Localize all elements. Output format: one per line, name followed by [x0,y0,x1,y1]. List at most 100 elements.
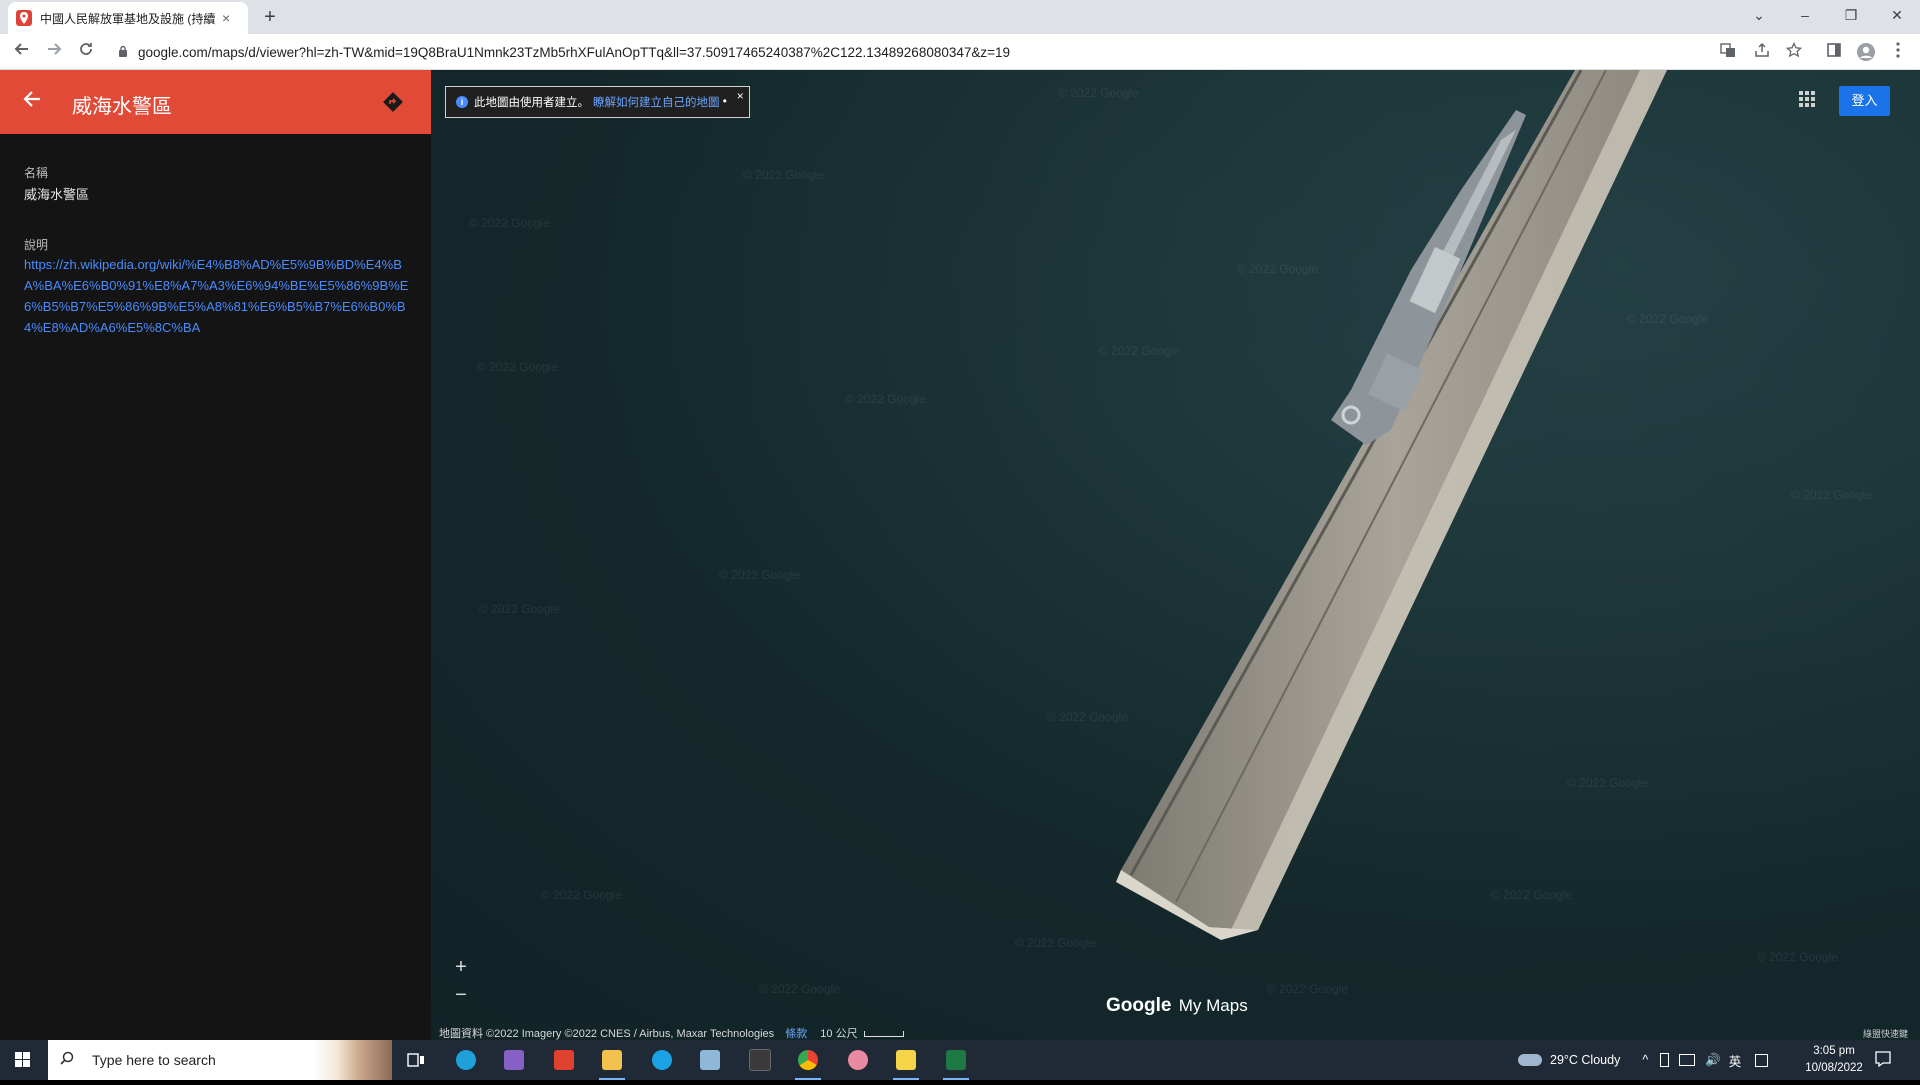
new-tab-button[interactable]: + [258,6,282,30]
excel-icon[interactable] [940,1044,972,1080]
tab-strip: 中國人民解放軍基地及設施 (持續 × + ⌄ – ❐ ✕ [0,0,1920,34]
snipping-tool-icon[interactable] [842,1044,874,1076]
clock-date: 10/08/2022 [1805,1062,1863,1074]
weather-text[interactable]: 29°C Cloudy [1550,1053,1620,1067]
back-arrow-icon [14,43,28,55]
lock-icon [118,45,132,60]
panel-title: 威海水警區 [72,96,172,118]
ime-indicator[interactable]: 英 [1729,1051,1742,1070]
clock-time: 3:05 pm [1813,1045,1855,1057]
scale-label: 10 公尺 [820,1028,858,1040]
google-logo-text: Google [1106,995,1172,1016]
taskbar-search-box[interactable]: Type here to search [48,1040,392,1080]
translate-icon[interactable] [1718,42,1738,62]
search-highlight-illustration [314,1040,392,1080]
map-watermark: © 2022 Google [1567,776,1648,790]
tray-chevron-icon[interactable]: ^ [1642,1053,1648,1067]
description-link[interactable]: https://zh.wikipedia.org/wiki/%E4%B8%AD%… [24,254,410,338]
name-label: 名稱 [24,166,49,180]
taskbar-clock[interactable]: 3:05 pm 10/08/2022 [1792,1043,1876,1077]
attribution-text: 地圖資料 ©2022 Imagery ©2022 CNES / Airbus, … [439,1028,775,1040]
cloud-icon [1518,1054,1542,1066]
map-watermark: © 2022 Google [1627,312,1708,326]
reload-icon [80,43,92,55]
panel-header: 威海水警區 [0,70,431,134]
battery-icon[interactable] [1660,1053,1670,1067]
share-icon[interactable] [1752,42,1772,62]
forward-button[interactable] [42,40,66,64]
scale-bar [863,1031,904,1038]
tab-title: 中國人民解放軍基地及設施 (持續 [40,11,216,26]
windows-start-button[interactable] [0,1040,46,1080]
learn-create-map-link[interactable]: 瞭解如何建立自己的地圖 [593,94,720,110]
user-map-notice: i 此地圖由使用者建立。 瞭解如何建立自己的地圖 • × [445,86,750,118]
description-label: 說明 [24,238,49,252]
windows-taskbar: Type here to search 29°C Cloudy ^ 🔊 英 3:… [0,1040,1920,1080]
map-watermark: © 2022 Google [1237,262,1318,276]
address-bar[interactable]: google.com/maps/d/viewer?hl=zh-TW&mid=19… [104,38,1704,66]
map-watermark: © 2022 Google [1267,982,1348,996]
browser-toolbar: google.com/maps/d/viewer?hl=zh-TW&mid=19… [0,34,1920,70]
notice-text: 此地圖由使用者建立。 [474,97,589,109]
map-watermark: © 2022 Google [719,568,800,582]
satellite-map[interactable]: © 2022 Google © 2022 Google © 2022 Googl… [431,70,1920,1040]
skype-icon[interactable] [646,1044,678,1076]
side-panel-icon[interactable] [1824,42,1844,62]
tab-close-icon[interactable]: × [222,10,230,26]
windows-logo-icon [15,1052,30,1067]
google-apps-icon[interactable] [1798,90,1818,110]
map-attribution: 地圖資料 ©2022 Imagery ©2022 CNES / Airbus, … [439,1025,904,1040]
sign-in-button[interactable]: 登入 [1839,86,1890,116]
sticky-notes-icon[interactable] [890,1044,922,1080]
search-icon [60,1051,80,1069]
map-watermark: © 2022 Google [477,360,558,374]
map-watermark: © 2022 Google [469,216,550,230]
back-button[interactable] [10,40,34,64]
browser-tab[interactable]: 中國人民解放軍基地及設施 (持續 × [8,2,248,34]
satellite-imagery [431,70,1920,1040]
chrome-icon[interactable] [792,1044,824,1080]
zoom-out-button[interactable]: − [449,985,473,1009]
maps-pin-icon [16,10,32,26]
map-watermark: © 2022 Google [1047,710,1128,724]
system-tray: 29°C Cloudy ^ 🔊 英 [1518,1040,1769,1080]
info-icon: i [456,96,468,108]
task-view-icon[interactable] [400,1044,432,1076]
map-watermark: © 2022 Google [1058,86,1139,100]
back-arrow-icon [23,91,40,107]
edge-browser-icon[interactable] [450,1044,482,1076]
tab-search-icon[interactable]: ⌄ [1736,0,1782,34]
menu-kebab-icon[interactable] [1888,42,1908,62]
directions-icon[interactable] [382,91,404,113]
corner-overlay-text: 綠盟快速鍵 [1863,1029,1909,1039]
profile-icon[interactable] [1856,42,1876,62]
visual-studio-icon[interactable] [498,1044,530,1076]
network-icon[interactable] [1679,1054,1696,1066]
map-watermark: © 2022 Google [541,888,622,902]
url-text: google.com/maps/d/viewer?hl=zh-TW&mid=19… [138,44,1011,60]
feature-details-panel: 威海水警區 名稱 威海水警區 說明 https://zh.wikipedia.o… [0,70,431,1040]
bookmark-star-icon[interactable] [1784,41,1804,62]
volume-icon[interactable]: 🔊 [1705,1053,1721,1068]
map-watermark: © 2022 Google [845,392,926,406]
back-arrow-button[interactable] [22,88,50,116]
map-watermark: © 2022 Google [1491,888,1572,902]
zoom-in-button[interactable]: + [449,955,473,979]
close-notice-icon[interactable]: × [737,89,744,103]
map-watermark: © 2022 Google [1791,488,1872,502]
minimize-button[interactable]: – [1782,0,1828,34]
map-watermark: © 2022 Google [479,602,560,616]
notification-center-icon[interactable] [1874,1050,1894,1070]
google-my-maps-logo: Google My Maps [1106,995,1248,1017]
maximize-button[interactable]: ❐ [1828,0,1874,34]
file-explorer-icon[interactable] [596,1044,628,1080]
ime-mode-icon[interactable] [1755,1053,1769,1067]
name-value: 威海水警區 [24,187,90,202]
map-watermark: © 2022 Google [1757,950,1838,964]
notepad-icon[interactable] [694,1044,726,1076]
anydesk-icon[interactable] [548,1044,580,1076]
terminal-icon[interactable] [744,1044,776,1076]
reload-button[interactable] [74,40,98,64]
terms-link[interactable]: 條款 [785,1028,807,1040]
close-window-button[interactable]: ✕ [1874,0,1920,34]
